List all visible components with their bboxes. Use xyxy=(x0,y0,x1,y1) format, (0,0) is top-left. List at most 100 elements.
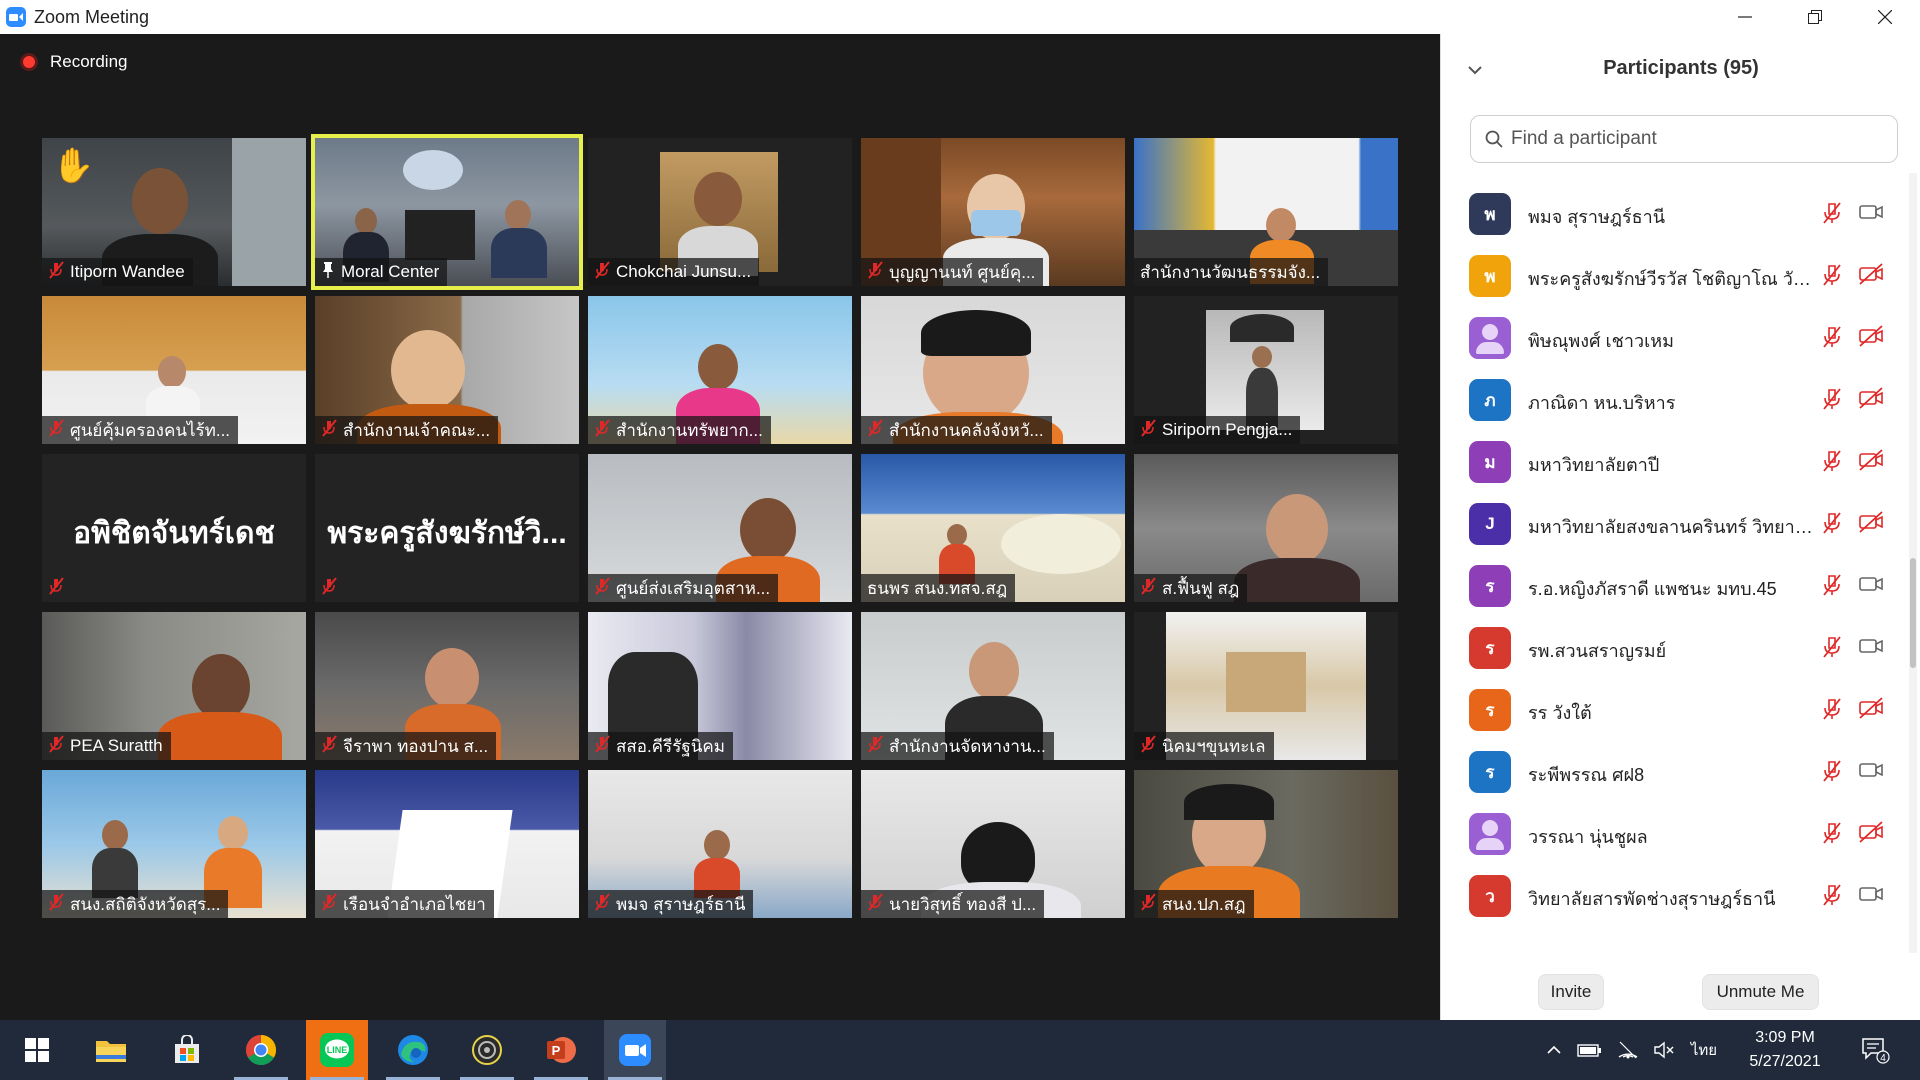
video-tile[interactable]: นิคมฯขุนทะเล xyxy=(1134,612,1398,760)
video-tile[interactable]: Chokchai Junsu... xyxy=(588,138,852,286)
video-tile[interactable]: สำนักงานจัดหางาน... xyxy=(861,612,1125,760)
participant-row[interactable]: พ พมจ สุราษฎร์ธานี xyxy=(1441,183,1909,245)
system-clock[interactable]: 3:09 PM 5/27/2021 xyxy=(1730,1026,1840,1074)
show-hidden-icons-button[interactable] xyxy=(1542,1020,1566,1080)
close-icon xyxy=(1878,10,1892,24)
camera-icon[interactable] xyxy=(1858,573,1884,600)
taskbar-line[interactable]: LINE xyxy=(306,1020,368,1080)
muted-mic-icon[interactable] xyxy=(1821,883,1843,912)
video-tile[interactable]: สำนักงานวัฒนธรรมจัง... xyxy=(1134,138,1398,286)
camera-off-icon[interactable] xyxy=(1858,449,1884,476)
camera-off-icon[interactable] xyxy=(1858,263,1884,290)
muted-mic-icon[interactable] xyxy=(1821,697,1843,726)
muted-mic-icon[interactable] xyxy=(1821,635,1843,664)
action-center-button[interactable]: 4 xyxy=(1850,1020,1900,1080)
tile-label: ศูนย์คุ้มครองคนไร้ท... xyxy=(42,416,239,444)
camera-off-icon[interactable] xyxy=(1858,821,1884,848)
video-tile[interactable]: ศูนย์คุ้มครองคนไร้ท... xyxy=(42,296,306,444)
video-tile-camera-off[interactable]: อพิชิตจันทร์เดช xyxy=(42,454,306,602)
video-tile-active-speaker[interactable]: Moral Center xyxy=(311,134,583,290)
start-button[interactable] xyxy=(6,1020,68,1080)
input-language[interactable]: ไทย xyxy=(1684,1020,1724,1080)
muted-mic-icon[interactable] xyxy=(1821,387,1843,416)
participant-row[interactable]: ร ร.อ.หญิงภัสราดี แพชนะ มทบ.45 xyxy=(1441,555,1909,617)
taskbar-store[interactable] xyxy=(156,1020,218,1080)
network-indicator[interactable] xyxy=(1612,1020,1644,1080)
avatar: ร xyxy=(1469,565,1511,607)
video-tile[interactable]: สสอ.คีรีรัฐนิคม xyxy=(588,612,852,760)
muted-mic-icon xyxy=(594,260,610,284)
participant-list-scrollbar[interactable] xyxy=(1909,173,1917,953)
camera-off-icon[interactable] xyxy=(1858,325,1884,352)
tile-label xyxy=(42,574,78,602)
tile-label: บุญญานนท์ ศูนย์คุ... xyxy=(861,258,1044,286)
video-tile[interactable]: ศูนย์ส่งเสริมอุตสาห... xyxy=(588,454,852,602)
muted-mic-icon[interactable] xyxy=(1821,325,1843,354)
taskbar-chrome[interactable] xyxy=(230,1020,292,1080)
taskbar-camera-app[interactable] xyxy=(456,1020,518,1080)
participant-name: พมจ สุราษฎร์ธานี xyxy=(1528,207,1666,227)
participant-row[interactable]: ภ ภาณิดา หน.บริหาร xyxy=(1441,369,1909,431)
recording-indicator[interactable]: Recording xyxy=(20,52,128,72)
video-tile[interactable]: เรือนจำอำเภอไชยา xyxy=(315,770,579,918)
close-button[interactable] xyxy=(1850,0,1920,34)
camera-icon[interactable] xyxy=(1858,883,1884,910)
scrollbar-thumb[interactable] xyxy=(1910,558,1916,668)
video-tile[interactable]: สำนักงานคลังจังหวั... xyxy=(861,296,1125,444)
camera-off-icon[interactable] xyxy=(1858,697,1884,724)
video-tile[interactable]: Siriporn Pengja... xyxy=(1134,296,1398,444)
participant-row[interactable]: ม มหาวิทยาลัยตาปี xyxy=(1441,431,1909,493)
muted-mic-icon[interactable] xyxy=(1821,573,1843,602)
muted-mic-icon[interactable] xyxy=(1821,449,1843,478)
participant-row[interactable]: ร รพ.สวนสราญรมย์ xyxy=(1441,617,1909,679)
participant-row[interactable]: วรรณา นุ่นชูผล xyxy=(1441,803,1909,865)
camera-off-icon[interactable] xyxy=(1858,511,1884,538)
invite-button[interactable]: Invite xyxy=(1538,974,1604,1010)
video-tile-camera-off[interactable]: พระครูสังฆรักษ์วิ... xyxy=(315,454,579,602)
participant-row[interactable]: ร ระพีพรรณ ศฝ8 xyxy=(1441,741,1909,803)
video-tile[interactable]: สำนักงานทรัพยาก... xyxy=(588,296,852,444)
video-tile[interactable]: จีราพา ทองปาน ส... xyxy=(315,612,579,760)
tile-label: Siriporn Pengja... xyxy=(1134,416,1301,444)
search-input[interactable] xyxy=(1511,128,1891,150)
participant-row[interactable]: ว วิทยาลัยสารพัดช่างสุราษฎร์ธานี xyxy=(1441,865,1909,927)
muted-mic-icon[interactable] xyxy=(1821,511,1843,540)
participant-row[interactable]: พิษณุพงศ์ เชาวเหม xyxy=(1441,307,1909,369)
unmute-me-button[interactable]: Unmute Me xyxy=(1702,974,1819,1010)
volume-indicator[interactable] xyxy=(1648,1020,1680,1080)
taskbar-powerpoint[interactable]: P xyxy=(530,1020,592,1080)
restore-button[interactable] xyxy=(1780,0,1850,34)
camera-off-icon[interactable] xyxy=(1858,387,1884,414)
camera-icon[interactable] xyxy=(1858,759,1884,786)
muted-mic-icon[interactable] xyxy=(1821,263,1843,292)
participant-row[interactable]: พ พระครูสังฆรักษ์วีรวัส โชติญาโณ วัด... xyxy=(1441,245,1909,307)
tile-label: ธนพร สนง.ทสจ.สฎ xyxy=(861,574,1016,602)
muted-mic-icon xyxy=(867,892,883,916)
edge-icon xyxy=(398,1035,428,1065)
participant-row[interactable]: ร รร วังใต้ xyxy=(1441,679,1909,741)
video-tile[interactable]: สนง.สถิติจังหวัดสุร... xyxy=(42,770,306,918)
participant-search[interactable] xyxy=(1470,115,1898,163)
video-tile[interactable]: ✋ Itiporn Wandee xyxy=(42,138,306,286)
camera-icon[interactable] xyxy=(1858,635,1884,662)
taskbar-file-explorer[interactable] xyxy=(80,1020,142,1080)
battery-indicator[interactable] xyxy=(1574,1020,1606,1080)
video-tile[interactable]: PEA Suratth xyxy=(42,612,306,760)
camera-icon[interactable] xyxy=(1858,201,1884,228)
muted-mic-icon[interactable] xyxy=(1821,759,1843,788)
taskbar-edge[interactable] xyxy=(382,1020,444,1080)
video-tile[interactable]: ส.ฟื้นฟู สฎ xyxy=(1134,454,1398,602)
video-tile[interactable]: สนง.ปภ.สฎ xyxy=(1134,770,1398,918)
muted-mic-icon[interactable] xyxy=(1821,821,1843,850)
recording-icon xyxy=(20,53,38,71)
video-tile[interactable]: ธนพร สนง.ทสจ.สฎ xyxy=(861,454,1125,602)
taskbar-zoom[interactable] xyxy=(604,1020,666,1080)
minimize-button[interactable] xyxy=(1710,0,1780,34)
video-tile[interactable]: พมจ สุราษฎร์ธานี xyxy=(588,770,852,918)
video-tile[interactable]: นายวิสุทธิ์ ทองสี ป... xyxy=(861,770,1125,918)
video-tile[interactable]: สำนักงานเจ้าคณะ... xyxy=(315,296,579,444)
video-tile[interactable]: บุญญานนท์ ศูนย์คุ... xyxy=(861,138,1125,286)
collapse-panel-button[interactable] xyxy=(1467,58,1483,81)
muted-mic-icon[interactable] xyxy=(1821,201,1843,230)
participant-row[interactable]: J มหาวิทยาลัยสงขลานครินทร์ วิทยาเข... xyxy=(1441,493,1909,555)
